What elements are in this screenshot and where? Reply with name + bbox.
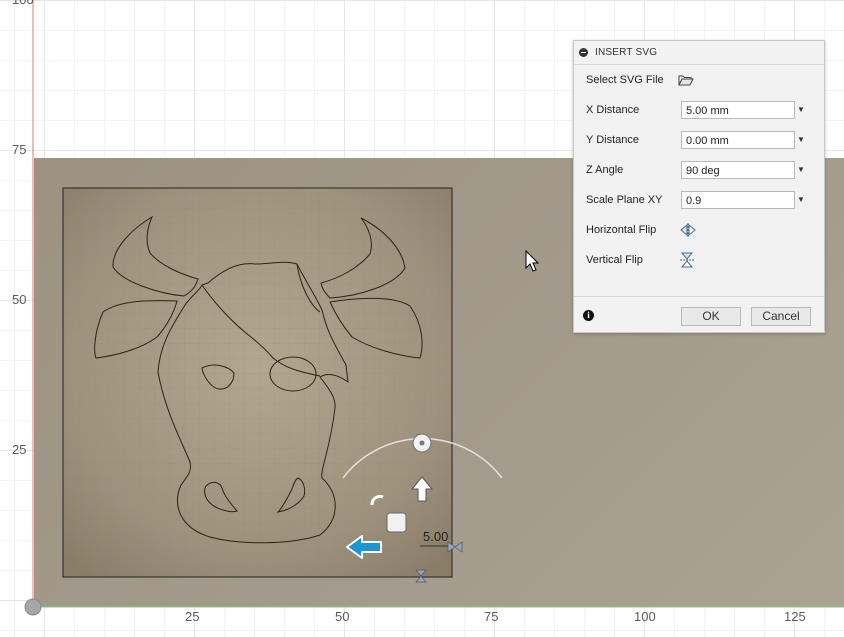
origin-marker[interactable] bbox=[24, 598, 42, 616]
ok-button[interactable]: OK bbox=[681, 307, 741, 326]
vertical-flip-label: Vertical Flip bbox=[586, 254, 643, 266]
info-icon[interactable]: i bbox=[583, 310, 594, 321]
y-distance-dropdown[interactable]: ▼ bbox=[796, 131, 806, 149]
dialog-title: INSERT SVG bbox=[595, 47, 658, 58]
x-axis-label: 25 bbox=[185, 609, 200, 624]
x-axis-label: 100 bbox=[634, 609, 656, 624]
folder-icon[interactable] bbox=[678, 74, 694, 86]
horizontal-flip-marker[interactable] bbox=[447, 541, 463, 553]
vertical-flip-row: Vertical Flip bbox=[586, 250, 694, 270]
x-axis-label: 75 bbox=[484, 609, 499, 624]
z-angle-input[interactable]: 90 deg bbox=[681, 161, 795, 179]
select-svg-file-row: Select SVG File bbox=[586, 70, 694, 90]
scale-plane-xy-dropdown[interactable]: ▼ bbox=[796, 191, 806, 209]
z-angle-label: Z Angle bbox=[586, 164, 624, 176]
dialog-footer: i OK Cancel bbox=[574, 296, 824, 333]
scale-plane-xy-row: Scale Plane XY bbox=[586, 190, 680, 210]
cancel-button[interactable]: Cancel bbox=[751, 307, 811, 326]
vertical-flip-icon[interactable] bbox=[680, 252, 694, 268]
y-axis-label: 100 bbox=[12, 0, 34, 7]
dialog-header[interactable]: INSERT SVG bbox=[574, 41, 824, 65]
y-distance-input[interactable]: 0.00 mm bbox=[681, 131, 795, 149]
scale-plane-xy-input[interactable]: 0.9 bbox=[681, 191, 795, 209]
y-axis-label: 25 bbox=[12, 442, 27, 457]
y-axis-label: 50 bbox=[12, 292, 27, 307]
planar-move-handle[interactable] bbox=[386, 512, 407, 533]
x-axis-label: 125 bbox=[784, 609, 806, 624]
y-distance-row: Y Distance bbox=[586, 130, 680, 150]
x-distance-input[interactable]: 5.00 mm bbox=[681, 101, 795, 119]
manipulator-value[interactable]: 5.00 bbox=[423, 529, 448, 544]
horizontal-flip-row: Horizontal Flip bbox=[586, 220, 696, 240]
select-svg-file-label: Select SVG File bbox=[586, 74, 664, 86]
z-angle-row: Z Angle bbox=[586, 160, 680, 180]
insert-svg-dialog: INSERT SVG Select SVG File X Distance 5.… bbox=[573, 40, 825, 333]
cursor-icon bbox=[525, 249, 540, 272]
rotation-handle-dot bbox=[419, 440, 425, 446]
y-distance-label: Y Distance bbox=[586, 134, 639, 146]
y-axis-label: 75 bbox=[12, 142, 27, 157]
z-angle-dropdown[interactable]: ▼ bbox=[796, 161, 806, 179]
x-distance-label: X Distance bbox=[586, 104, 640, 116]
scale-plane-xy-label: Scale Plane XY bbox=[586, 194, 663, 206]
collapse-icon[interactable] bbox=[579, 48, 588, 57]
horizontal-flip-icon[interactable] bbox=[680, 223, 696, 237]
horizontal-flip-label: Horizontal Flip bbox=[586, 224, 657, 236]
x-distance-row: X Distance bbox=[586, 100, 680, 120]
x-distance-dropdown[interactable]: ▼ bbox=[796, 101, 806, 119]
x-axis-label: 50 bbox=[335, 609, 350, 624]
